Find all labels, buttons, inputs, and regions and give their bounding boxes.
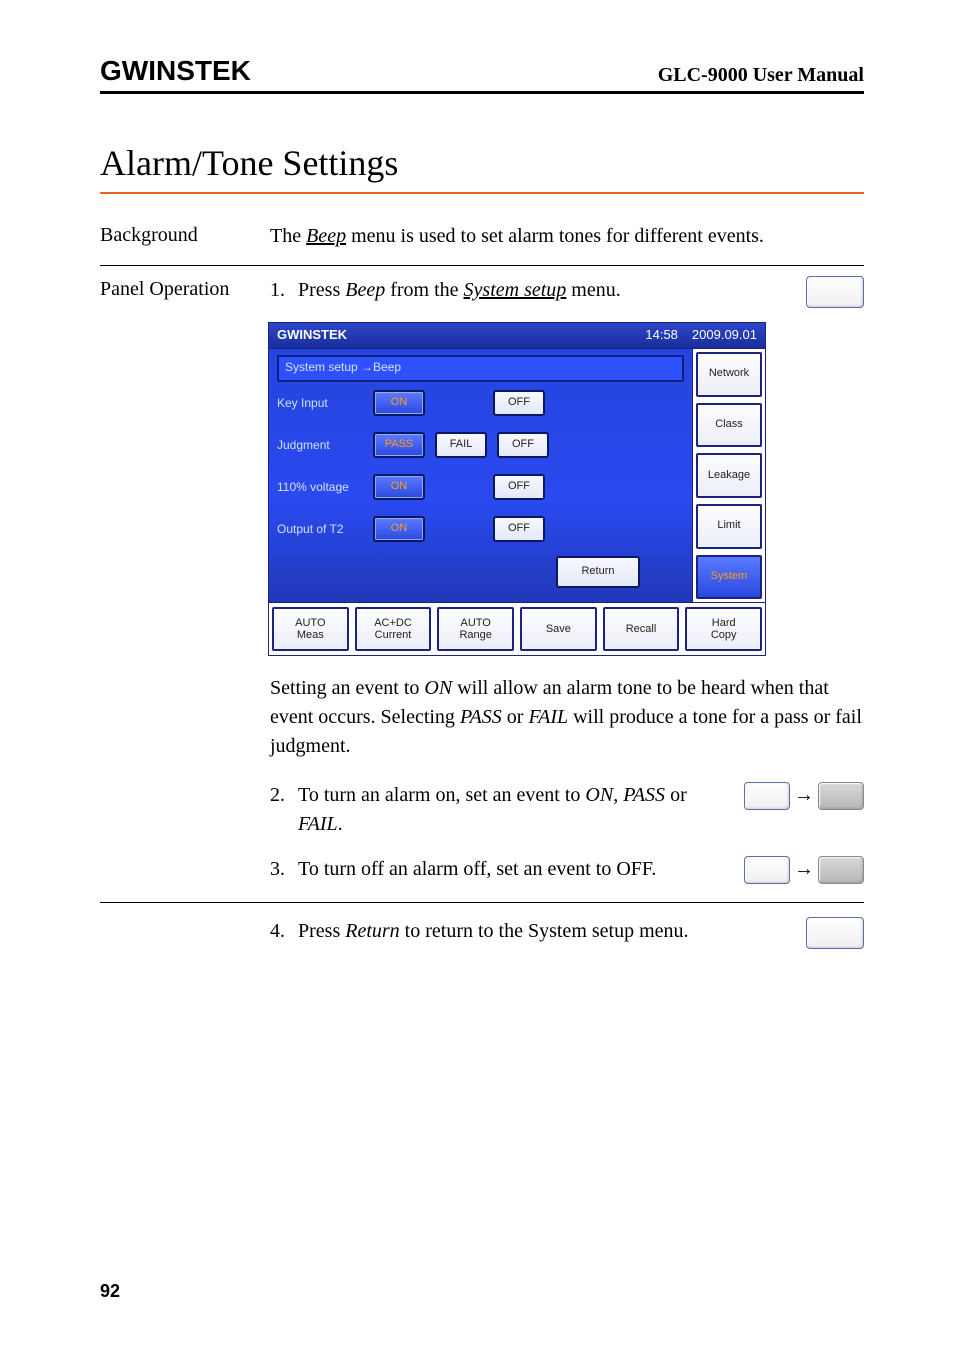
- bottom-menu: AUTOMeas AC+DCCurrent AUTORange Save Rec…: [268, 603, 766, 656]
- bottom-auto-range[interactable]: AUTORange: [437, 607, 514, 651]
- return-button[interactable]: Return: [556, 556, 640, 588]
- text: To turn an alarm on, set an event to: [298, 784, 585, 806]
- softkey-icon: [818, 856, 864, 884]
- text: menu is used to set alarm tones for diff…: [346, 225, 764, 247]
- side-leakage[interactable]: Leakage: [696, 453, 762, 498]
- on-term: ON: [424, 677, 452, 699]
- text: to return to the System setup menu.: [400, 920, 689, 942]
- device-brand: GWINSTEK: [277, 326, 347, 345]
- text: Press: [298, 920, 345, 942]
- device-screenshot: GWINSTEK 14:58 2009.09.01 System setup →…: [268, 322, 766, 656]
- text: from the: [385, 279, 463, 301]
- bottom-hard-copy[interactable]: HardCopy: [685, 607, 762, 651]
- text: .: [338, 813, 343, 835]
- setting-name: 110% voltage: [277, 479, 373, 496]
- option-fail[interactable]: FAIL: [435, 432, 487, 458]
- fail-term: FAIL: [528, 706, 568, 728]
- option-off[interactable]: OFF: [497, 432, 549, 458]
- option-on[interactable]: ON: [373, 390, 425, 416]
- softkey-icon: [806, 917, 864, 949]
- device-time: 14:58: [645, 326, 678, 345]
- text: or: [665, 784, 687, 806]
- setting-name: Judgment: [277, 437, 373, 454]
- text: menu.: [566, 279, 620, 301]
- bottom-acdc-current[interactable]: AC+DCCurrent: [355, 607, 432, 651]
- arrow-icon: →: [794, 855, 814, 884]
- explanatory-paragraph: Setting an event to ON will allow an ala…: [270, 674, 864, 761]
- side-menu: Network Class Leakage Limit System: [692, 349, 765, 602]
- softkey-icon: [818, 782, 864, 810]
- side-limit[interactable]: Limit: [696, 504, 762, 549]
- background-label: Background: [100, 222, 270, 251]
- setting-name: Key Input: [277, 395, 373, 412]
- option-on[interactable]: ON: [373, 474, 425, 500]
- pass-term: PASS: [623, 784, 665, 806]
- step-2-text: To turn an alarm on, set an event to ON,…: [298, 781, 714, 839]
- option-off[interactable]: OFF: [493, 390, 545, 416]
- setting-row-110-voltage: 110% voltage ON OFF: [277, 466, 684, 508]
- text: or: [502, 706, 529, 728]
- step-number: 4.: [270, 917, 298, 946]
- text: Setting an event to: [270, 677, 424, 699]
- option-pass[interactable]: PASS: [373, 432, 425, 458]
- softkey-icon: [744, 856, 790, 884]
- fail-term: FAIL: [298, 813, 338, 835]
- option-off[interactable]: OFF: [493, 474, 545, 500]
- breadcrumb: System setup →Beep: [277, 355, 684, 382]
- setting-row-output-t2: Output of T2 ON OFF: [277, 508, 684, 550]
- manual-title: GLC-9000 User Manual: [658, 64, 864, 87]
- beep-term: Beep: [306, 225, 346, 247]
- side-system[interactable]: System: [696, 555, 762, 600]
- step-number: 1.: [270, 276, 298, 305]
- step-3-text: To turn off an alarm off, set an event t…: [298, 855, 714, 884]
- text: The: [270, 225, 306, 247]
- side-network[interactable]: Network: [696, 352, 762, 397]
- step-number: 3.: [270, 855, 298, 884]
- softkey-icon: [744, 782, 790, 810]
- softkey-icon: [806, 276, 864, 308]
- bottom-save[interactable]: Save: [520, 607, 597, 651]
- system-setup-term: System setup: [464, 279, 567, 301]
- option-off[interactable]: OFF: [493, 516, 545, 542]
- option-on[interactable]: ON: [373, 516, 425, 542]
- device-date: 2009.09.01: [692, 326, 757, 345]
- on-term: ON: [585, 784, 613, 806]
- background-text: The Beep menu is used to set alarm tones…: [270, 222, 864, 251]
- return-term: Return: [345, 920, 399, 942]
- beep-term: Beep: [345, 279, 385, 301]
- brand-logo: GWINSTEK: [100, 55, 251, 87]
- text: ,: [613, 784, 623, 806]
- pass-term: PASS: [460, 706, 502, 728]
- bottom-recall[interactable]: Recall: [603, 607, 680, 651]
- step-number: 2.: [270, 781, 298, 839]
- panel-operation-label: Panel Operation: [100, 276, 270, 888]
- setting-name: Output of T2: [277, 521, 373, 538]
- page-number: 92: [100, 1281, 120, 1302]
- step-4-text: Press Return to return to the System set…: [298, 917, 714, 946]
- bottom-auto-meas[interactable]: AUTOMeas: [272, 607, 349, 651]
- side-class[interactable]: Class: [696, 403, 762, 448]
- setting-row-judgment: Judgment PASS FAIL OFF: [277, 424, 684, 466]
- section-title: Alarm/Tone Settings: [100, 142, 864, 194]
- arrow-icon: →: [794, 781, 814, 810]
- setting-row-key-input: Key Input ON OFF: [277, 382, 684, 424]
- step-1-text: Press Beep from the System setup menu.: [298, 276, 714, 305]
- text: Press: [298, 279, 345, 301]
- page-header: GWINSTEK GLC-9000 User Manual: [100, 55, 864, 94]
